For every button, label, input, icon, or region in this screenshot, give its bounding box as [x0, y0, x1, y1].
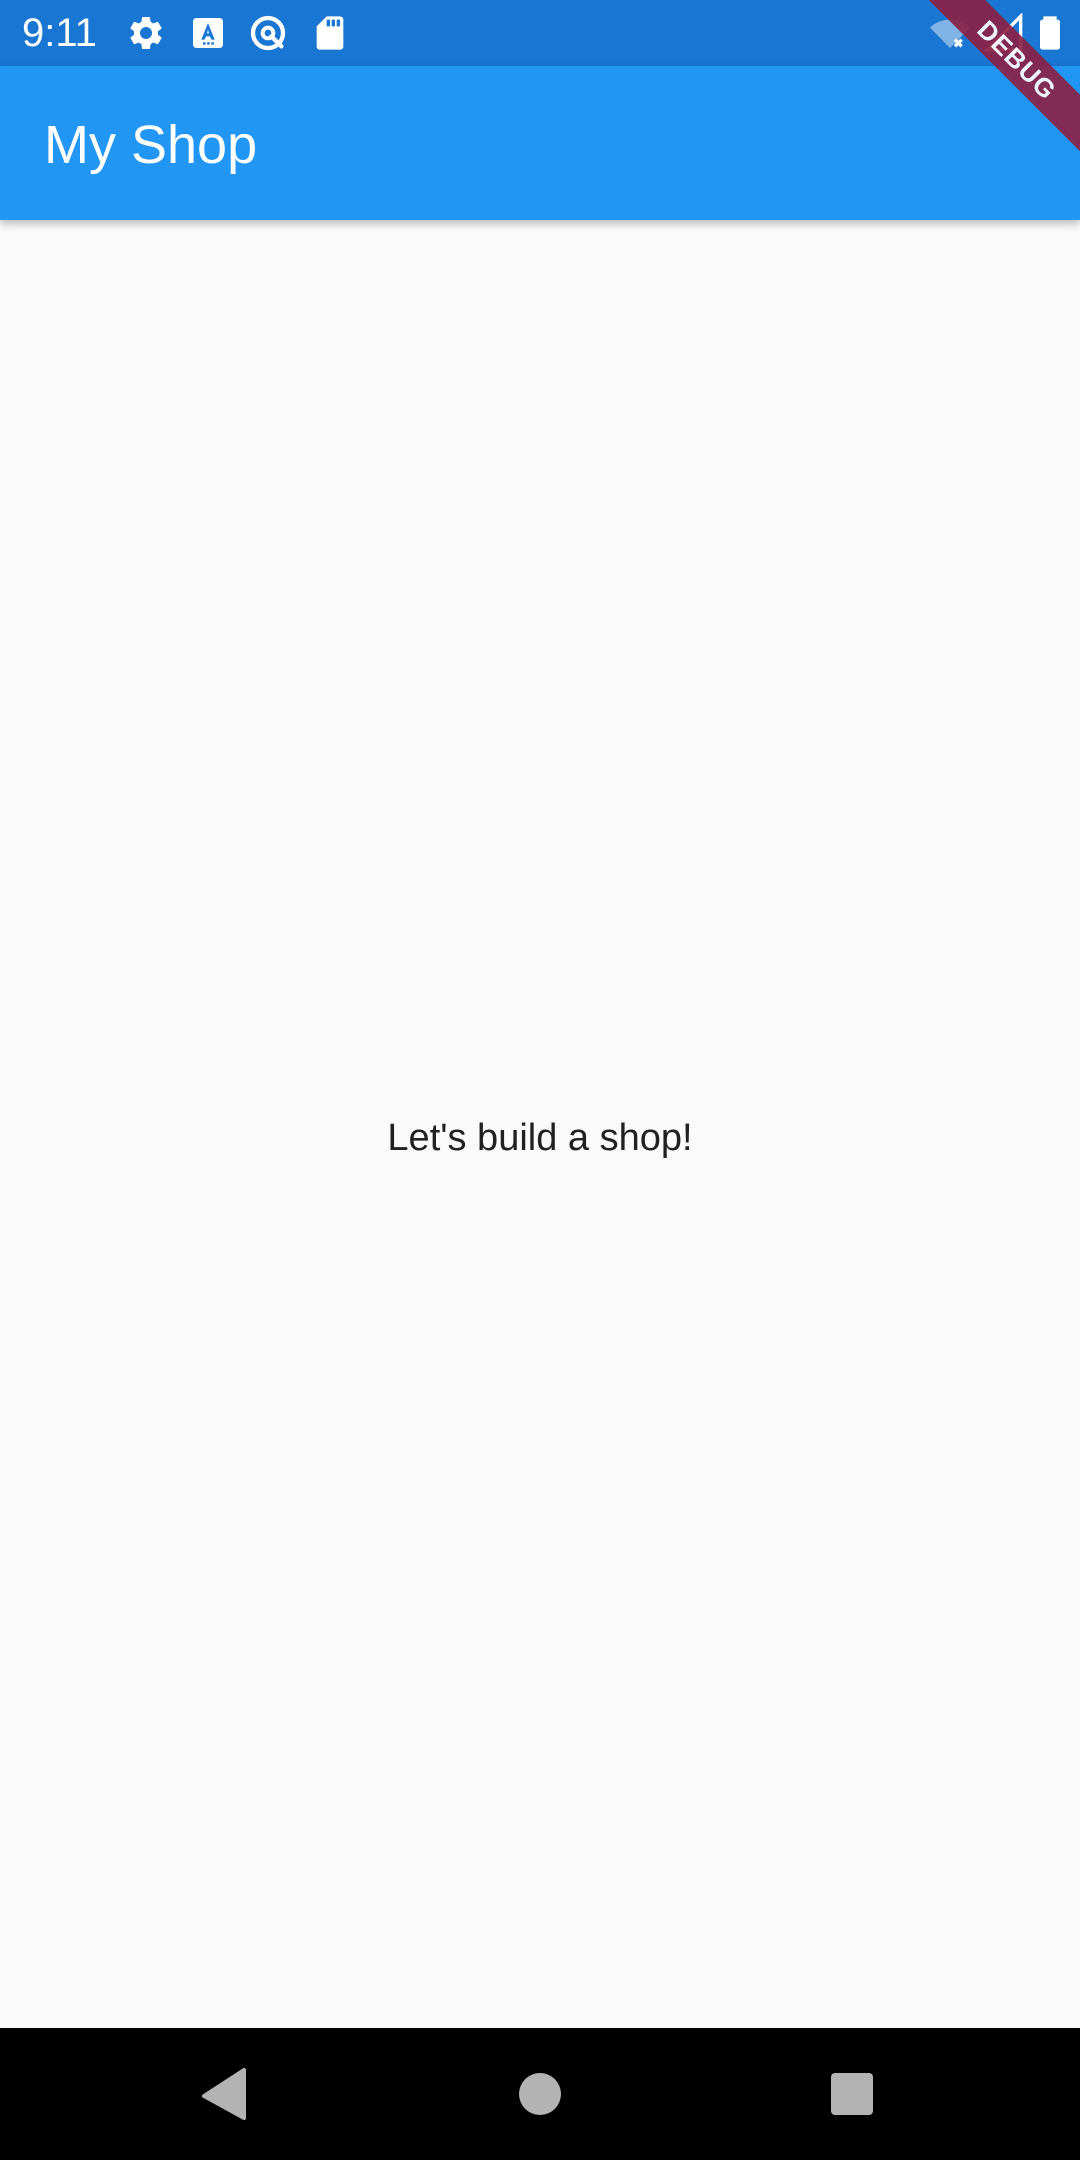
app-title: My Shop: [44, 115, 258, 175]
main-content: Let's build a shop!: [0, 220, 1080, 2028]
app-screen: 9:11 DEBUG My Shop Let's build a shop!: [0, 0, 1080, 2160]
gear-icon: [130, 16, 162, 49]
navigation-bar: [0, 2028, 1080, 2160]
home-icon[interactable]: [512, 2066, 568, 2122]
location-q-icon: [250, 15, 286, 51]
recents-icon[interactable]: [824, 2066, 880, 2122]
welcome-message: Let's build a shop!: [387, 1117, 693, 1159]
back-icon[interactable]: [198, 2066, 254, 2122]
status-time: 9:11: [22, 11, 97, 55]
sd-card-icon: [316, 16, 344, 50]
wifi-off-icon: [930, 19, 970, 48]
status-bar: 9:11: [0, 0, 1080, 66]
font-a-icon: [193, 18, 223, 48]
battery-icon: [1040, 16, 1060, 50]
signal-icon: [984, 13, 1023, 52]
app-bar: My Shop: [0, 66, 1080, 220]
